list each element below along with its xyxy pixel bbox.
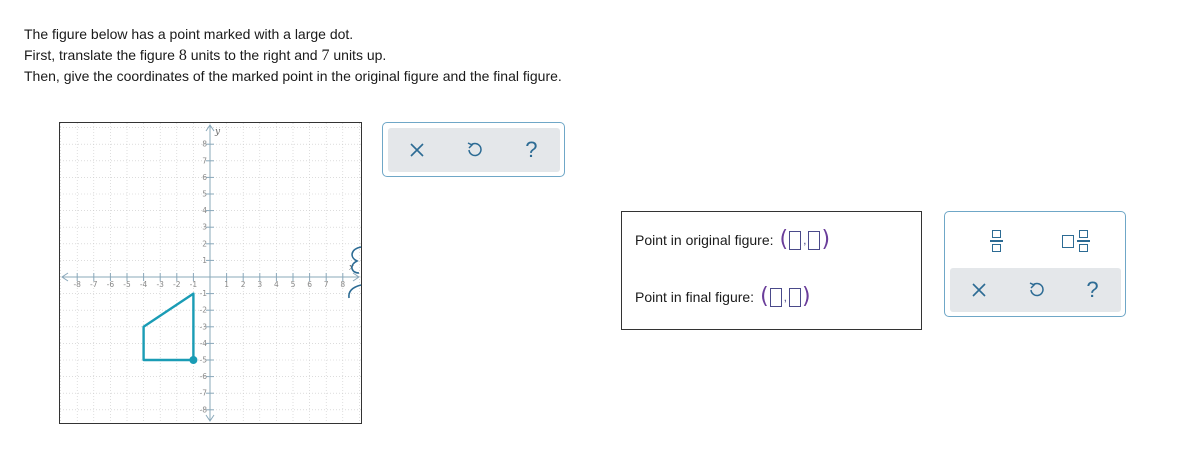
clear-button[interactable] bbox=[959, 275, 999, 305]
final-x-input[interactable] bbox=[769, 287, 782, 307]
answer-toolbar: ? bbox=[944, 211, 1126, 317]
mixed-number-icon bbox=[1061, 230, 1090, 252]
y-tick-label: 1 bbox=[202, 256, 207, 265]
y-tick-label: -7 bbox=[200, 389, 208, 398]
y-tick-label: -5 bbox=[200, 356, 208, 365]
y-tick-label: -4 bbox=[200, 339, 208, 348]
y-tick-label: 6 bbox=[202, 173, 207, 182]
instruction-line-1: The figure below has a point marked with… bbox=[24, 26, 354, 42]
close-paren: ) bbox=[802, 284, 811, 309]
open-paren: ( bbox=[760, 284, 769, 309]
x-tick-label: -3 bbox=[156, 280, 164, 289]
x-tick-label: 2 bbox=[241, 280, 246, 289]
x-tick-label: -7 bbox=[90, 280, 98, 289]
x-tick-label: -2 bbox=[173, 280, 181, 289]
answer-box: Point in original figure: ( , ) Point in… bbox=[621, 211, 922, 330]
undo-button[interactable] bbox=[454, 135, 494, 165]
instruction-text: units to the right and bbox=[186, 46, 322, 63]
help-button[interactable]: ? bbox=[1073, 275, 1113, 305]
coordinate-graph[interactable]: -8 -7 -6 -5 -4 -3 -2 -1 1 2 3 4 5 6 7 8 8 7 6 5 4 3 2 1 -1 -2 -3 -4… bbox=[59, 122, 362, 424]
mixed-number-button[interactable] bbox=[1056, 226, 1096, 256]
marked-point[interactable] bbox=[189, 356, 198, 364]
y-axis-label: y bbox=[214, 127, 221, 137]
original-point-label: Point in original figure: bbox=[635, 232, 774, 248]
final-point-row: Point in final figure: ( , ) bbox=[635, 286, 811, 308]
original-y-input[interactable] bbox=[808, 230, 821, 250]
x-tick-label: 3 bbox=[257, 280, 262, 289]
comma: , bbox=[803, 233, 807, 247]
graph-toolbar: ? bbox=[382, 122, 565, 177]
final-y-input[interactable] bbox=[789, 287, 802, 307]
graph-canvas[interactable]: -8 -7 -6 -5 -4 -3 -2 -1 1 2 3 4 5 6 7 887654321-1-2-3-4… bbox=[60, 123, 361, 423]
original-point-row: Point in original figure: ( , ) bbox=[635, 229, 830, 251]
original-x-input[interactable] bbox=[789, 230, 802, 250]
x-icon bbox=[410, 143, 424, 157]
y-tick-label: -1 bbox=[200, 289, 208, 298]
drag-handle-icon[interactable] bbox=[345, 245, 363, 303]
comma: , bbox=[783, 290, 788, 304]
undo-button[interactable] bbox=[1016, 275, 1056, 305]
x-tick-label: 1 bbox=[224, 280, 229, 289]
y-tick-label: -2 bbox=[200, 306, 208, 315]
y-tick-label: -8 bbox=[200, 405, 208, 414]
y-tick-label: -3 bbox=[200, 322, 208, 331]
right-units-value: 8 bbox=[178, 46, 187, 64]
help-button[interactable]: ? bbox=[511, 135, 551, 165]
instruction-line-2: First, translate the figure 8 units to t… bbox=[24, 45, 562, 67]
x-tick-label: -8 bbox=[73, 280, 81, 289]
y-tick-label: 4 bbox=[202, 206, 207, 215]
x-tick-label: -5 bbox=[123, 280, 131, 289]
y-tick-label: 2 bbox=[202, 239, 207, 248]
y-tick-label: 7 bbox=[202, 156, 207, 165]
x-tick-label: 6 bbox=[307, 280, 312, 289]
fraction-button[interactable] bbox=[977, 226, 1017, 256]
y-tick-label: 8 bbox=[202, 140, 207, 149]
open-paren: ( bbox=[779, 227, 789, 252]
graph-toolbar-row: ? bbox=[388, 128, 560, 172]
y-tick-label: 5 bbox=[202, 190, 207, 199]
x-tick-label: -4 bbox=[140, 280, 148, 289]
template-row bbox=[945, 220, 1127, 262]
x-tick-label: -1 bbox=[190, 280, 198, 289]
x-tick-label: 5 bbox=[291, 280, 296, 289]
undo-icon bbox=[1029, 282, 1044, 297]
fraction-icon bbox=[990, 230, 1003, 252]
y-tick-label: 3 bbox=[202, 223, 207, 232]
x-tick-label: 4 bbox=[274, 280, 279, 289]
clear-button[interactable] bbox=[397, 135, 437, 165]
x-tick-label: -6 bbox=[107, 280, 115, 289]
x-tick-label: 7 bbox=[324, 280, 329, 289]
instructions: The figure below has a point marked with… bbox=[24, 24, 562, 87]
x-icon bbox=[971, 283, 986, 297]
instruction-text: First, translate the figure bbox=[24, 46, 179, 63]
instruction-line-3: Then, give the coordinates of the marked… bbox=[24, 68, 562, 84]
undo-icon bbox=[467, 142, 482, 157]
y-tick-label: -6 bbox=[200, 372, 208, 381]
answer-toolbar-row: ? bbox=[950, 268, 1121, 312]
final-point-label: Point in final figure: bbox=[635, 289, 755, 305]
close-paren: ) bbox=[821, 227, 831, 252]
instruction-text: units up. bbox=[329, 46, 387, 63]
